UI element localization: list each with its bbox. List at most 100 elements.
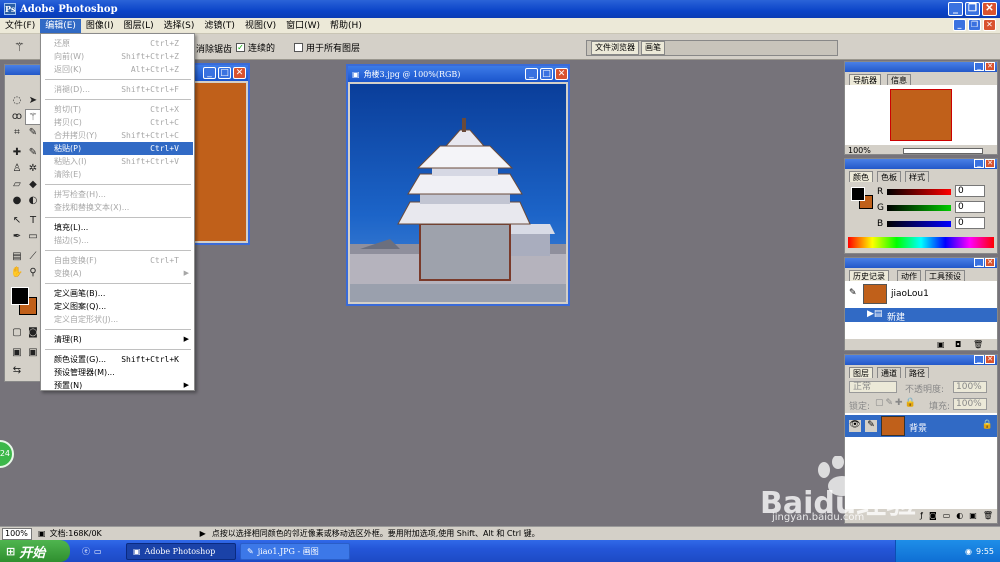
edit-menu-item[interactable]: 定义画笔(B)... <box>43 287 193 300</box>
menu-file[interactable]: 文件(F) <box>0 19 40 33</box>
pen-tool-icon[interactable]: ✒ <box>9 229 25 245</box>
close-button[interactable]: ✕ <box>982 2 997 16</box>
contiguous-checkbox[interactable]: ✓ 连续的 <box>236 41 275 54</box>
minimize-icon[interactable]: _ <box>525 68 538 80</box>
restore-button[interactable]: ❐ <box>965 2 980 16</box>
crop-tool-icon[interactable]: ⌗ <box>9 125 25 141</box>
edit-menu-item[interactable]: 粘贴(P) Ctrl+V <box>43 142 193 155</box>
blend-mode-select[interactable]: 正常 <box>849 381 897 393</box>
shape-tool-icon[interactable]: ▭ <box>25 229 41 245</box>
doc-restore-button[interactable]: ❐ <box>968 19 981 31</box>
marquee-tool-icon[interactable]: ◌ <box>9 93 25 109</box>
ie-icon[interactable]: ⓔ <box>82 546 90 557</box>
magic-wand-tool-icon[interactable]: ⚚ <box>25 109 41 125</box>
menu-edit[interactable]: 编辑(E) <box>40 18 81 33</box>
doc-close-button[interactable]: ✕ <box>983 19 996 31</box>
layer-row-background[interactable]: 👁 ✎ 背景 🔒 <box>845 415 997 437</box>
history-step-row[interactable]: ▶▤ 新建 <box>845 308 997 323</box>
tab-history[interactable]: 历史记录 <box>849 270 889 281</box>
red-slider[interactable] <box>887 189 951 195</box>
close-icon[interactable]: ✕ <box>233 67 246 79</box>
tower-photo[interactable] <box>350 84 566 302</box>
menu-view[interactable]: 视图(V) <box>240 19 281 33</box>
tab-actions[interactable]: 动作 <box>897 270 921 281</box>
snapshot-label[interactable]: jiaoLou1 <box>891 289 929 299</box>
type-tool-icon[interactable]: T <box>25 213 41 229</box>
edit-menu-item[interactable]: 颜色设置(G)... Shift+Ctrl+K <box>43 353 193 366</box>
tab-styles[interactable]: 样式 <box>905 171 929 182</box>
stamp-tool-icon[interactable]: ♙ <box>9 161 25 177</box>
close-icon[interactable]: ✕ <box>555 68 568 80</box>
blue-value[interactable]: 0 <box>955 217 985 229</box>
history-snapshot-icon[interactable]: ◘ <box>955 340 961 349</box>
panel-close-icon[interactable]: ✕ <box>985 159 995 168</box>
move-tool-icon[interactable]: ➤ <box>25 93 41 109</box>
fill-input[interactable]: 100% <box>953 398 987 410</box>
menu-filter[interactable]: 滤镜(T) <box>199 19 240 33</box>
bucket-tool-icon[interactable]: ◆ <box>25 177 41 193</box>
panel-minimize-icon[interactable]: _ <box>974 355 984 364</box>
brush-tool-icon[interactable]: ✎ <box>25 145 41 161</box>
task-paint[interactable]: ✎ jiao1.JPG - 画图 <box>240 542 350 560</box>
tab-info[interactable]: 信息 <box>887 74 911 85</box>
maximize-icon[interactable]: □ <box>218 67 231 79</box>
minimize-button[interactable]: _ <box>948 2 963 16</box>
panel-close-icon[interactable]: ✕ <box>985 62 995 71</box>
panel-minimize-icon[interactable]: _ <box>974 62 984 71</box>
edit-menu-item[interactable]: 预置(N) ▶ <box>43 379 193 392</box>
tab-tool-presets[interactable]: 工具预设 <box>925 270 965 281</box>
notes-tool-icon[interactable]: ▤ <box>9 249 25 265</box>
panel-minimize-icon[interactable]: _ <box>974 258 984 267</box>
history-brush-icon[interactable]: ✲ <box>25 161 41 177</box>
tray-icon[interactable]: ◉ <box>965 547 972 556</box>
fullscreen-mode-icon[interactable]: ▣ <box>25 345 41 361</box>
opacity-input[interactable]: 100% <box>953 381 987 393</box>
delete-layer-icon[interactable]: 🗑 <box>983 511 993 523</box>
navigator-zoom-slider[interactable] <box>903 148 983 154</box>
navigator-preview[interactable] <box>890 89 952 141</box>
blur-tool-icon[interactable]: ● <box>9 193 25 209</box>
brushes-tab[interactable]: 画笔 <box>641 41 665 55</box>
tab-paths[interactable]: 路径 <box>905 367 929 378</box>
path-select-icon[interactable]: ↖ <box>9 213 25 229</box>
healing-tool-icon[interactable]: ✚ <box>9 145 25 161</box>
tab-layers[interactable]: 图层 <box>849 367 873 378</box>
foreground-color-swatch[interactable] <box>11 287 29 305</box>
tab-navigator[interactable]: 导航器 <box>849 74 881 85</box>
dodge-tool-icon[interactable]: ◐ <box>25 193 41 209</box>
navigator-zoom[interactable]: 100% <box>848 146 871 155</box>
color-spectrum-bar[interactable] <box>848 237 994 248</box>
color-fg-swatch[interactable] <box>851 187 865 201</box>
status-arrow-icon[interactable]: ▶ <box>200 529 206 538</box>
status-zoom[interactable]: 100% <box>2 527 32 540</box>
photo-document-window[interactable]: ▣ 角楼3.jpg @ 100%(RGB) _ □ ✕ <box>346 64 570 306</box>
minimize-icon[interactable]: _ <box>203 67 216 79</box>
screen-mode-icon[interactable]: ▣ <box>9 345 25 361</box>
visibility-eye-icon[interactable]: 👁 <box>849 420 861 432</box>
start-button[interactable]: ⊞ 开始 <box>0 540 70 562</box>
panel-minimize-icon[interactable]: _ <box>974 159 984 168</box>
menu-window[interactable]: 窗口(W) <box>281 19 325 33</box>
standard-mode-icon[interactable]: ▢ <box>9 325 25 341</box>
history-new-doc-icon[interactable]: ▣ <box>937 340 945 349</box>
menu-select[interactable]: 选择(S) <box>159 19 200 33</box>
menu-help[interactable]: 帮助(H) <box>325 19 367 33</box>
file-browser-tab[interactable]: 文件浏览器 <box>591 41 639 55</box>
panel-close-icon[interactable]: ✕ <box>985 258 995 267</box>
green-value[interactable]: 0 <box>955 201 985 213</box>
history-brush-source-icon[interactable]: ✎ <box>849 288 857 298</box>
history-trash-icon[interactable]: 🗑 <box>973 340 983 349</box>
doc-minimize-button[interactable]: _ <box>953 19 966 31</box>
slice-tool-icon[interactable]: ✎ <box>25 125 41 141</box>
quickmask-mode-icon[interactable]: ◙ <box>25 325 41 341</box>
tab-swatches[interactable]: 色板 <box>877 171 901 182</box>
all-layers-checkbox[interactable]: 用于所有图层 <box>294 41 360 54</box>
edit-menu-item[interactable]: 预设管理器(M)... <box>43 366 193 379</box>
tab-channels[interactable]: 通道 <box>877 367 901 378</box>
tab-color[interactable]: 颜色 <box>849 171 873 182</box>
eraser-tool-icon[interactable]: ▱ <box>9 177 25 193</box>
task-photoshop[interactable]: ▣ Adobe Photoshop <box>126 542 236 560</box>
zoom-tool-icon[interactable]: ⚲ <box>25 265 41 281</box>
edit-menu-item[interactable]: 清理(R) ▶ <box>43 333 193 346</box>
jump-to-imageready-icon[interactable]: ⇆ <box>9 363 25 379</box>
